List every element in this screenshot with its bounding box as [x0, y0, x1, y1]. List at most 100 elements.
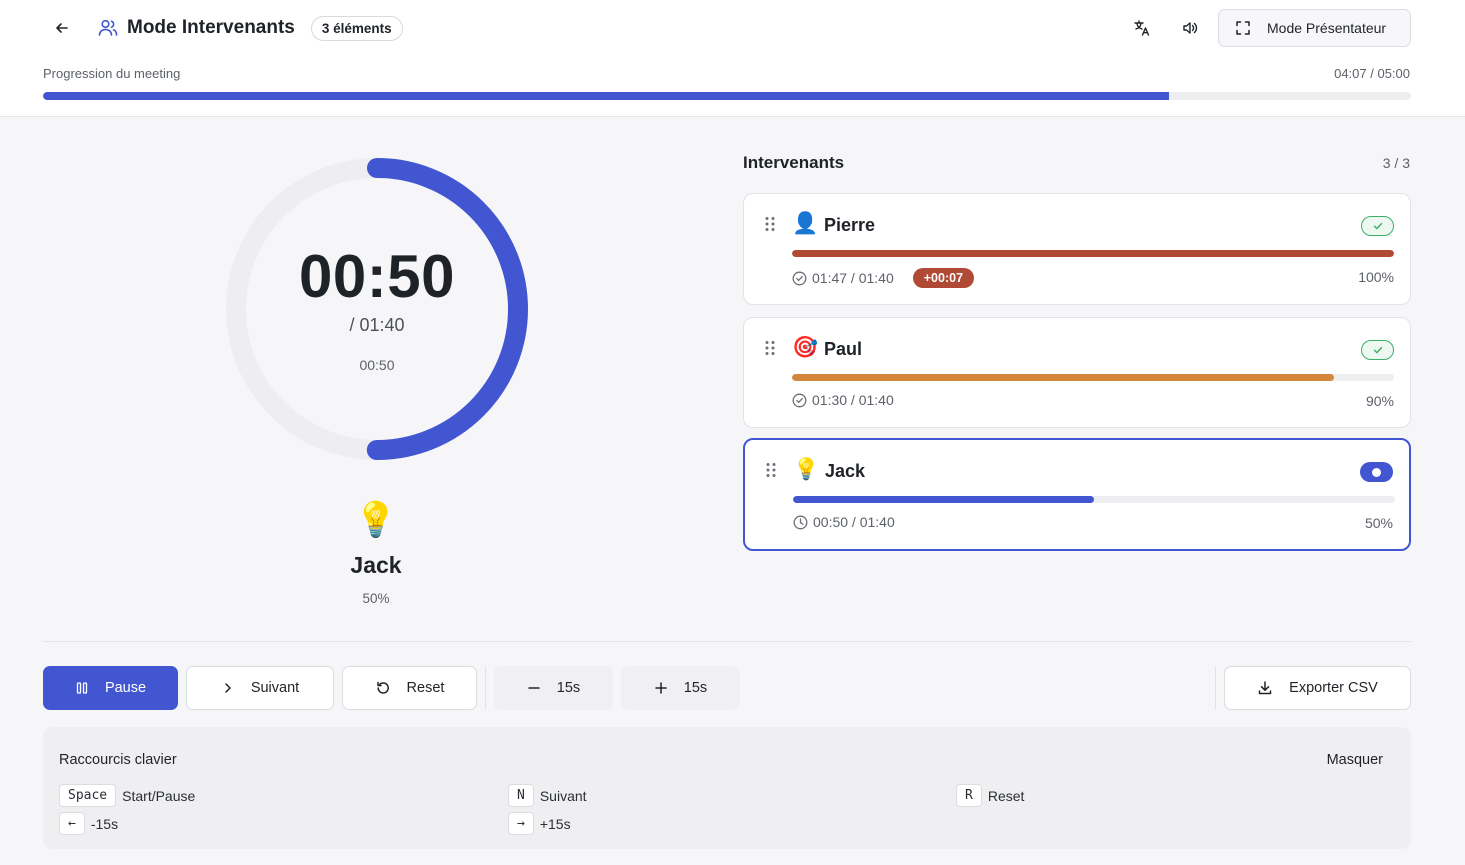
controls-separator [1215, 666, 1216, 710]
title-group: Mode Intervenants 3 éléments [97, 14, 403, 42]
speaker-time-row: 01:47 / 01:40 +00:07 [792, 268, 975, 288]
timer-ring: 00:50 / 01:40 00:50 [226, 158, 528, 460]
status-done-toggle[interactable] [1361, 340, 1394, 360]
current-speaker-percent: 50% [362, 591, 390, 606]
shortcut-item: R Reset [956, 784, 1024, 807]
speaker-progress-fill [793, 496, 1094, 503]
minus-icon [528, 687, 540, 689]
plus-icon [655, 682, 667, 694]
speaker-time: 01:30 / 01:40 [812, 392, 894, 408]
speaker-time-row: 00:50 / 01:40 [793, 514, 895, 530]
presenter-mode-label: Mode Présentateur [1267, 20, 1387, 36]
meeting-progress-fill [43, 92, 1169, 100]
overtime-badge: +00:07 [912, 268, 975, 288]
speaker-emoji: 💡 [793, 458, 820, 481]
speakers-count: 3 / 3 [1382, 155, 1410, 171]
timer-current: 00:50 [299, 243, 455, 310]
current-speaker-emoji: 💡 [354, 501, 398, 539]
hide-shortcuts-button[interactable]: Masquer [1327, 752, 1383, 768]
shortcut-key: → [508, 812, 534, 835]
back-button[interactable] [48, 14, 76, 42]
page-title: Mode Intervenants [127, 17, 295, 38]
translate-icon [1134, 20, 1150, 36]
presenter-mode-button[interactable]: Mode Présentateur [1218, 9, 1411, 47]
meeting-progress-time: 04:07 / 05:00 [1334, 66, 1410, 81]
minus-15s-button[interactable]: 15s [494, 666, 613, 710]
shortcut-item: ← -15s [59, 812, 118, 835]
speaker-card-pierre[interactable]: 👤 Pierre 01:47 / 01:40 +00:07 100% [743, 193, 1411, 305]
shortcut-item: N Suivant [508, 784, 587, 807]
shortcut-label: +15s [539, 815, 571, 832]
speaker-percent: 100% [1358, 269, 1394, 285]
count-badge: 3 éléments [310, 15, 403, 41]
plus-15s-label: 15s [683, 680, 708, 696]
timer-total: / 01:40 [349, 315, 405, 335]
export-csv-label: Exporter CSV [1289, 680, 1378, 696]
reset-label: Reset [406, 680, 445, 696]
speaker-percent: 50% [1364, 515, 1393, 531]
check-circle-icon [792, 393, 807, 407]
speaker-percent: 90% [1365, 393, 1394, 409]
speaker-emoji: 👤 [792, 212, 819, 235]
shortcut-label: -15s [90, 815, 119, 832]
shortcut-label: Start/Pause [122, 787, 196, 804]
current-speaker-name: Jack [350, 552, 402, 578]
meeting-progress-bar [43, 92, 1411, 100]
export-csv-button[interactable]: Exporter CSV [1224, 666, 1411, 710]
controls-separator [485, 666, 486, 710]
fullscreen-icon [1236, 21, 1250, 35]
translate-button[interactable] [1126, 14, 1158, 42]
speaker-icon [1183, 22, 1198, 34]
clock-icon [793, 515, 808, 529]
drag-handle-icon[interactable] [764, 340, 776, 356]
status-active-toggle[interactable] [1360, 462, 1393, 482]
speaker-time: 01:47 / 01:40 [812, 270, 894, 286]
drag-handle-icon[interactable] [765, 462, 777, 478]
timer-elapsed: 00:50 [359, 357, 395, 373]
chevron-right-icon [225, 683, 231, 693]
users-icon [98, 19, 118, 36]
speaker-name: Paul [824, 339, 863, 359]
shortcut-key: R [956, 784, 982, 807]
download-icon [1258, 681, 1272, 695]
keyboard-shortcuts-panel: Raccourcis clavier Masquer Space Start/P… [43, 727, 1411, 849]
speaker-name: Pierre [824, 215, 876, 235]
check-circle-icon [792, 271, 807, 285]
shortcut-label: Suivant [539, 787, 587, 804]
reset-button[interactable]: Reset [342, 666, 477, 710]
shortcut-key: ← [59, 812, 85, 835]
drag-handle-icon[interactable] [764, 216, 776, 232]
speaker-time-row: 01:30 / 01:40 [792, 392, 894, 408]
plus-15s-button[interactable]: 15s [621, 666, 740, 710]
meeting-progress-label: Progression du meeting [43, 66, 181, 81]
next-button[interactable]: Suivant [186, 666, 334, 710]
pause-icon [76, 682, 88, 694]
check-icon [1373, 222, 1382, 230]
speaker-emoji: 🎯 [792, 336, 819, 359]
next-label: Suivant [250, 680, 300, 696]
shortcut-key: Space [59, 784, 117, 807]
speaker-progress-bar [792, 250, 1394, 257]
reset-icon [376, 681, 389, 694]
speaker-card-jack[interactable]: 💡 Jack 00:50 / 01:40 50% [743, 438, 1411, 551]
pause-button[interactable]: Pause [43, 666, 178, 710]
sound-button[interactable] [1174, 14, 1206, 42]
check-icon [1373, 346, 1382, 354]
speakers-title: Intervenants [743, 153, 845, 172]
shortcut-label: Reset [987, 787, 1025, 804]
shortcut-item: Space Start/Pause [59, 784, 195, 807]
speaker-progress-fill [792, 374, 1334, 381]
speaker-progress-bar [793, 496, 1395, 503]
active-dot-icon [1372, 467, 1381, 477]
minus-15s-label: 15s [556, 680, 581, 696]
pause-label: Pause [104, 680, 147, 696]
status-done-toggle[interactable] [1361, 216, 1394, 236]
controls-divider [43, 641, 1411, 642]
speaker-card-paul[interactable]: 🎯 Paul 01:30 / 01:40 90% [743, 317, 1411, 428]
arrow-left-icon [56, 23, 68, 33]
speaker-name: Jack [825, 461, 866, 481]
top-bar: Mode Intervenants 3 éléments Mode Présen… [0, 0, 1465, 117]
shortcut-key: N [508, 784, 534, 807]
speaker-progress-fill [792, 250, 1394, 257]
speaker-progress-bar [792, 374, 1394, 381]
